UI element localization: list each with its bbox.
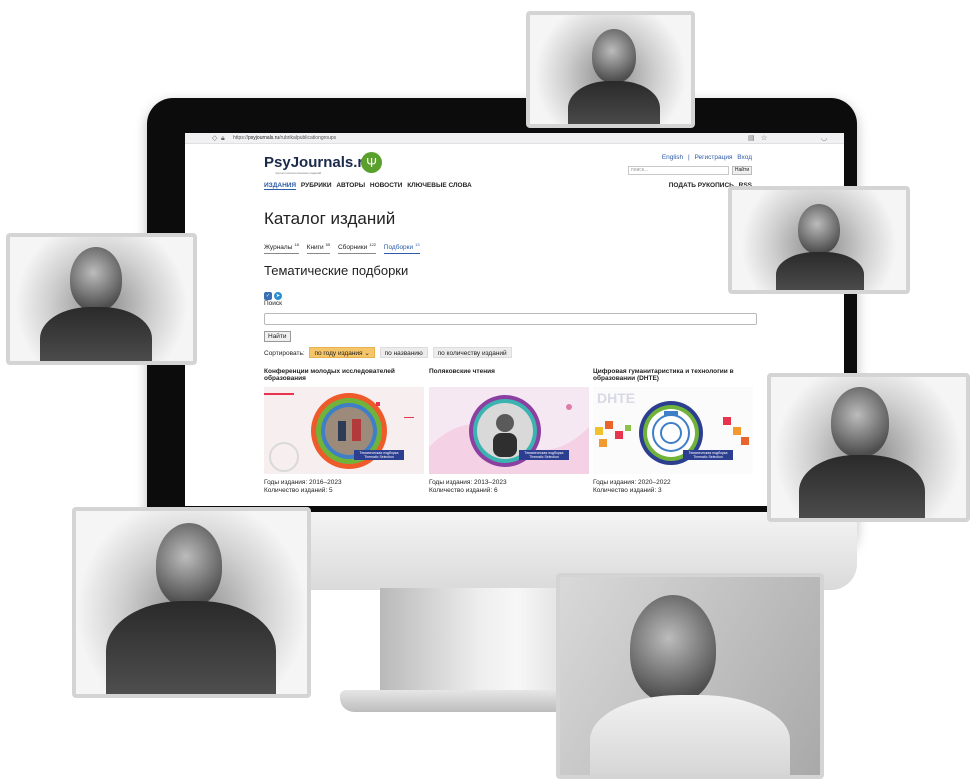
card-meta: Годы издания: 2020–2022 Количество издан… [593, 479, 671, 495]
nav-item-keywords[interactable]: КЛЮЧЕВЫЕ СЛОВА [407, 182, 471, 189]
card-badge: Тематическая подборка Thematic Selection [683, 450, 733, 460]
card-years: Годы издания: 2013–2023 [429, 479, 507, 486]
nav-item-news[interactable]: НОВОСТИ [370, 182, 403, 189]
catalog-tabs: Журналы 18 Книги 55 Сборники 122 Подборки 13 [264, 242, 426, 255]
tab-collections[interactable]: Сборники 122 [337, 242, 376, 255]
nav-item-authors[interactable]: АВТОРЫ [336, 182, 365, 189]
portrait-frame [767, 373, 970, 522]
nav-item-rubrics[interactable]: РУБРИКИ [301, 182, 332, 189]
header-search-input[interactable]: поиск... [628, 166, 729, 175]
selection-card[interactable]: Конференции молодых исследователей образ… [264, 368, 424, 494]
card-badge: Тематическая подборка Thematic Selection [519, 450, 569, 460]
telegram-icon[interactable]: ➤ [274, 292, 282, 300]
top-links-separator: | [687, 154, 690, 161]
top-links: English | Регистрация Вход [659, 154, 752, 161]
selection-card[interactable]: Поляковские чтения Тематическая подборка… [429, 368, 589, 494]
portrait-frame [556, 573, 824, 779]
card-image[interactable]: Тематическая подборка Thematic Selection [264, 387, 424, 474]
main-nav: ИЗДАНИЯ РУБРИКИ АВТОРЫ НОВОСТИ КЛЮЧЕВЫЕ … [264, 182, 475, 190]
card-years: Годы издания: 2016–2023 [264, 479, 342, 486]
card-count: Количество изданий: 5 [264, 487, 333, 494]
portrait-frame [526, 11, 695, 128]
shield-icon: ◇ [212, 135, 218, 142]
card-image[interactable]: Тематическая подборка Thematic Selection [429, 387, 589, 474]
page-title: Каталог изданий [264, 209, 396, 228]
portrait-frame [6, 233, 197, 365]
sort-bar: Сортировать: по году издания ⌄ по назван… [264, 347, 512, 359]
submit-manuscript-link[interactable]: ПОДАТЬ РУКОПИСЬ [669, 182, 734, 189]
sort-by-title-button[interactable]: по названию [379, 347, 428, 358]
pocket-icon[interactable]: ◡ [821, 133, 827, 144]
browser-url[interactable]: https://psyjournals.ru/rubrikalpublicati… [233, 133, 336, 144]
tab-books[interactable]: Книги 55 [306, 242, 331, 255]
section-title: Тематические подборки [264, 263, 409, 278]
dhte-watermark: DHTE [597, 390, 635, 406]
search-label: Поиск [264, 300, 283, 307]
english-link[interactable]: English [662, 154, 683, 161]
register-link[interactable]: Регистрация [694, 154, 732, 161]
card-image[interactable]: DHTE Тематическая подборка Thematic Sele… [593, 387, 753, 474]
card-count: Количество изданий: 3 [593, 487, 662, 494]
sort-label: Сортировать: [264, 350, 305, 357]
psi-logo-icon[interactable]: Ψ [361, 152, 382, 173]
search-button[interactable]: Найти [264, 331, 291, 342]
site-logo-subtitle: портал психологических изданий [275, 171, 322, 175]
portrait-frame [728, 186, 910, 294]
tab-journals[interactable]: Журналы 18 [264, 242, 299, 255]
card-meta: Годы издания: 2013–2023 Количество издан… [429, 479, 507, 495]
nav-item-publications[interactable]: ИЗДАНИЯ [264, 182, 297, 190]
card-title[interactable]: Поляковские чтения [429, 368, 589, 384]
card-title[interactable]: Конференции молодых исследователей образ… [264, 368, 424, 384]
browser-address-bar[interactable]: ◇ 🔒︎ https://psyjournals.ru/rubrikalpubl… [185, 133, 844, 144]
portrait-frame [72, 507, 311, 698]
card-title[interactable]: Цифровая гуманитаристика и технологии в … [593, 368, 753, 384]
sort-by-count-button[interactable]: по количеству изданий [432, 347, 512, 358]
selection-card[interactable]: Цифровая гуманитаристика и технологии в … [593, 368, 753, 494]
header-search-button[interactable]: Найти [732, 166, 752, 175]
site-logo[interactable]: PsyJournals.ru [264, 154, 372, 171]
reader-view-icon[interactable]: ▤ [748, 133, 755, 144]
vk-icon[interactable]: ✓ [264, 292, 272, 300]
bookmark-star-icon[interactable]: ☆ [761, 133, 767, 144]
tab-selections[interactable]: Подборки 13 [383, 242, 420, 255]
card-meta: Годы издания: 2016–2023 Количество издан… [264, 479, 342, 495]
search-input[interactable] [264, 313, 757, 325]
card-years: Годы издания: 2020–2022 [593, 479, 671, 486]
card-badge: Тематическая подборка Thematic Selection [354, 450, 404, 460]
sort-by-year-button[interactable]: по году издания ⌄ [309, 347, 375, 358]
card-count: Количество изданий: 6 [429, 487, 498, 494]
lock-icon: 🔒︎ [221, 135, 225, 142]
login-link[interactable]: Вход [737, 154, 752, 161]
